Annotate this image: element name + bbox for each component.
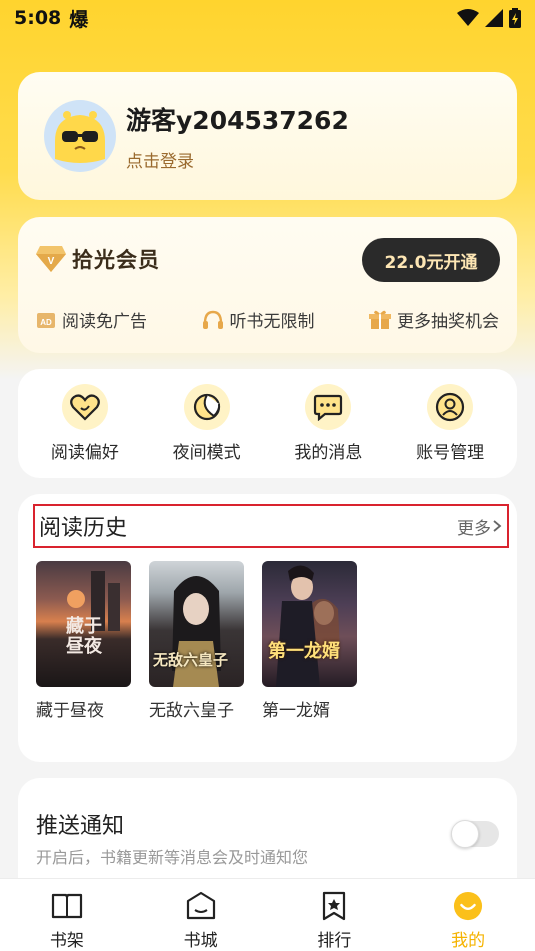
status-time: 5:08 [14,7,62,29]
shortcut-night-mode[interactable]: 夜间模式 [152,384,262,463]
shortcut-label: 阅读偏好 [50,443,119,463]
book-title: 无敌六皇子 [149,701,234,721]
login-link[interactable]: 点击登录 [126,147,349,172]
profile-card[interactable]: 游客y204537262 点击登录 [18,72,517,200]
avatar[interactable] [44,100,116,172]
tab-label: 书城 [183,931,218,951]
book-cover[interactable]: 第一龙婿 [262,561,357,687]
gift-icon [369,310,391,330]
benefit-ad-free: AD 阅读免广告 [36,307,147,332]
history-more-link[interactable]: 更多 [457,514,503,539]
benefit-label: 听书无限制 [229,312,315,332]
history-header[interactable]: 阅读历史 更多 [33,504,509,548]
shortcut-label: 夜间模式 [172,443,241,463]
vip-diamond-icon: V [36,246,66,272]
shortcut-account[interactable]: 账号管理 [395,384,505,463]
benefit-label: 阅读免广告 [62,312,147,332]
cover-art [276,565,340,687]
cover-title: 第一龙婿 [268,641,340,662]
ranking-icon [323,891,346,921]
notification-description: 开启后，书籍更新等消息会及时通知您 [36,848,309,867]
message-icon [305,384,352,430]
cover-title: 藏于昼夜 [66,616,102,657]
bookshelf-icon [51,893,82,919]
book-item[interactable]: 无敌六皇子 无敌六皇子 [149,561,244,721]
reading-history-card: 阅读历史 更多 藏于昼夜 藏于昼夜 无敌六皇子 无敌六皇子 第一龙婿 第一龙婿 [18,494,517,762]
vip-title-row: V 拾光会员 [36,244,160,274]
vip-purchase-button[interactable]: 22.0元开通 [362,238,500,282]
book-title: 藏于昼夜 [36,701,104,721]
ad-free-icon: AD [36,310,56,330]
wifi-icon [457,9,479,26]
book-item[interactable]: 第一龙婿 第一龙婿 [262,561,357,721]
shortcuts-card: 阅读偏好 夜间模式 我的消息 账号管理 [18,369,517,478]
shortcut-reading-preference[interactable]: 阅读偏好 [30,384,140,463]
vip-title: 拾光会员 [72,248,160,272]
username: 游客y204537262 [126,105,349,135]
tab-ranking[interactable]: 排行 [268,879,402,951]
status-icons [457,8,521,28]
benefit-listen: 听书无限制 [202,307,315,332]
benefit-label: 更多抽奖机会 [397,312,499,332]
bookstore-icon [186,891,215,920]
notification-toggle[interactable] [451,820,499,848]
notification-title: 推送通知 [36,814,125,839]
cover-title: 无敌六皇子 [153,651,229,669]
shortcut-messages[interactable]: 我的消息 [273,384,383,463]
chevron-right-icon [493,520,502,532]
book-cover[interactable]: 无敌六皇子 [149,561,244,687]
tab-bookstore[interactable]: 书城 [134,879,268,951]
status-notification: 爆 [69,8,89,31]
guest-avatar-icon [47,103,113,169]
moon-icon [183,384,230,430]
status-bar: 5:08 爆 [0,0,535,36]
account-icon [427,384,474,430]
more-label: 更多 [457,518,491,539]
benefit-lottery: 更多抽奖机会 [369,307,499,332]
shortcut-label: 账号管理 [416,443,485,463]
book-title: 第一龙婿 [262,701,330,721]
toggle-knob [451,820,479,848]
tab-bookshelf[interactable]: 书架 [0,879,134,951]
profile-icon [454,891,483,921]
vip-badge-letter: V [48,256,55,267]
book-cover[interactable]: 藏于昼夜 [36,561,131,687]
svg-text:AD: AD [40,318,52,327]
book-item[interactable]: 藏于昼夜 藏于昼夜 [36,561,131,721]
vip-card[interactable]: V 拾光会员 22.0元开通 AD 阅读免广告 听书无限制 更多抽奖机会 [18,217,517,353]
vip-benefits: AD 阅读免广告 听书无限制 更多抽奖机会 [36,307,499,332]
tab-label: 排行 [317,931,352,951]
heart-icon [61,384,108,430]
headphones-icon [202,310,224,330]
history-title: 阅读历史 [39,516,128,541]
bottom-tabbar: 书架 书城 排行 我的 [0,878,535,951]
history-books: 藏于昼夜 藏于昼夜 无敌六皇子 无敌六皇子 第一龙婿 第一龙婿 [36,561,357,721]
tab-label: 书架 [49,931,84,951]
tab-profile[interactable]: 我的 [401,879,535,951]
shortcut-label: 我的消息 [294,443,363,463]
signal-icon [485,9,503,27]
tab-label: 我的 [451,931,486,951]
battery-icon [509,8,521,28]
